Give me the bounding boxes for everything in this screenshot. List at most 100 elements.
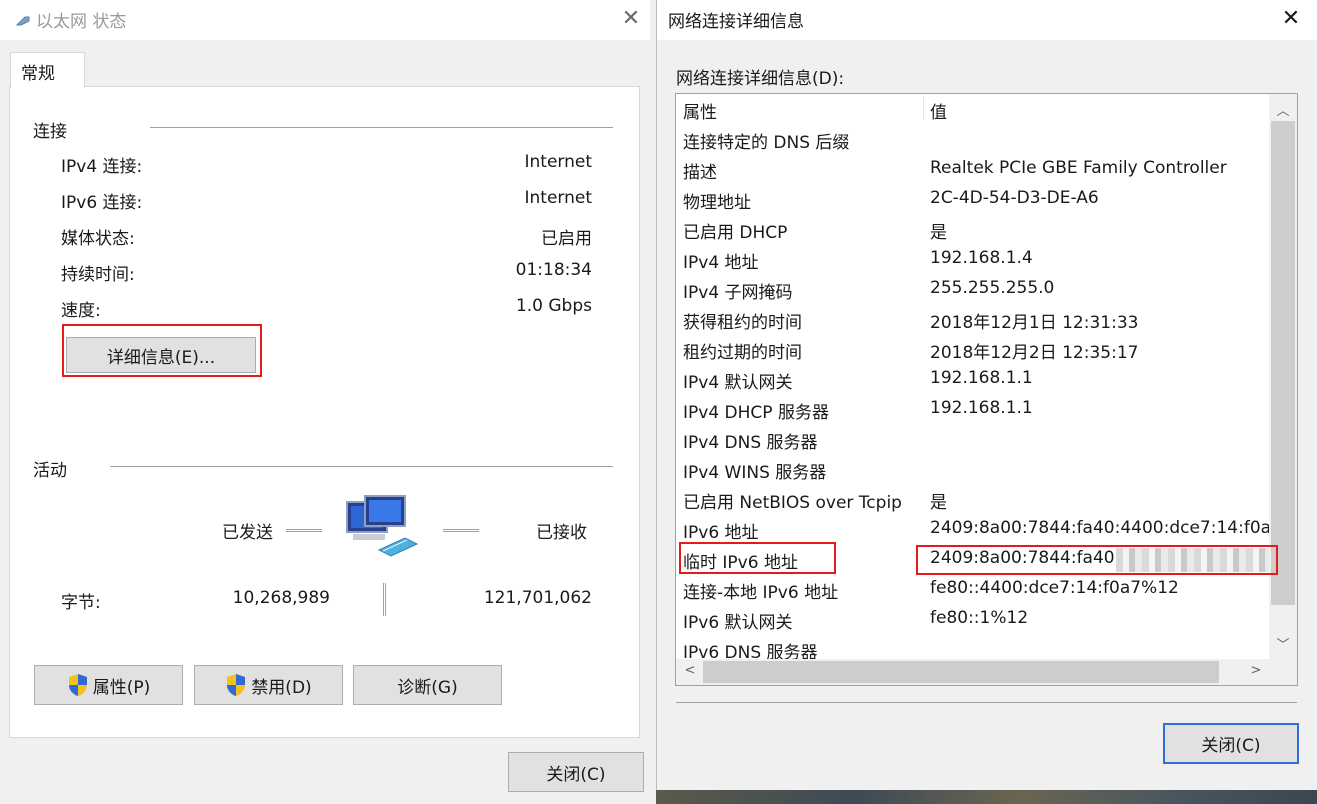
uac-shield-icon bbox=[227, 674, 246, 696]
value-cell: Realtek PCIe GBE Family Controller bbox=[930, 158, 1227, 178]
temp-ipv6-value-highlight bbox=[916, 545, 1278, 575]
close-button-label: 关闭(C) bbox=[1201, 736, 1261, 756]
list-item[interactable]: 获得租约的时间 2018年12月1日 12:31:33 bbox=[676, 304, 1270, 334]
property-cell: IPv6 默认网关 bbox=[683, 613, 793, 633]
window-title: 以太网 状态 bbox=[36, 12, 127, 32]
properties-button-label: 属性(P) bbox=[92, 677, 151, 698]
list-item[interactable]: IPv4 DHCP 服务器 192.168.1.1 bbox=[676, 394, 1270, 424]
group-divider bbox=[150, 127, 613, 128]
property-cell: 租约过期的时间 bbox=[683, 343, 802, 363]
list-item[interactable]: IPv4 子网掩码 255.255.255.0 bbox=[676, 274, 1270, 304]
details-list[interactable]: 属性 值 连接特定的 DNS 后缀 描述 Realtek PCIe GBE Fami… bbox=[675, 93, 1298, 686]
disable-button-label: 禁用(D) bbox=[251, 677, 312, 698]
group-divider bbox=[110, 466, 613, 467]
value-cell: 2018年12月2日 12:35:17 bbox=[930, 343, 1139, 363]
media-state-value: 已启用 bbox=[541, 229, 592, 249]
sent-line bbox=[286, 529, 322, 532]
scroll-right-arrow-icon[interactable]: > bbox=[1244, 663, 1268, 678]
close-button-label: 关闭(C) bbox=[546, 764, 606, 785]
bytes-sent-value: 10,268,989 bbox=[232, 588, 330, 608]
details-button-label: 详细信息(E)... bbox=[106, 347, 216, 368]
bytes-received-value: 121,701,062 bbox=[483, 588, 592, 608]
properties-button[interactable]: 属性(P) bbox=[34, 665, 183, 705]
column-header-property[interactable]: 属性 bbox=[683, 98, 717, 123]
close-button[interactable]: 关闭(C) bbox=[508, 752, 644, 792]
column-divider[interactable] bbox=[923, 96, 924, 120]
close-button[interactable]: 关闭(C) bbox=[1163, 723, 1299, 764]
temp-ipv6-label-highlight bbox=[679, 542, 836, 574]
property-cell: IPv4 子网掩码 bbox=[683, 283, 793, 303]
property-cell: IPv6 DNS 服务器 bbox=[683, 643, 818, 659]
value-cell: 2018年12月1日 12:31:33 bbox=[930, 313, 1139, 333]
value-cell: 192.168.1.4 bbox=[930, 248, 1033, 268]
value-cell: 192.168.1.1 bbox=[930, 398, 1033, 418]
details-button[interactable]: 详细信息(E)... bbox=[66, 337, 256, 373]
value-cell: 是 bbox=[930, 223, 947, 243]
media-state-label: 媒体状态: bbox=[61, 229, 135, 249]
list-header: 属性 值 bbox=[676, 94, 1270, 124]
ipv6-connectivity-label: IPv6 连接: bbox=[61, 193, 143, 213]
scroll-left-arrow-icon[interactable]: < bbox=[678, 663, 702, 678]
connection-group-label: 连接 bbox=[33, 122, 67, 142]
property-cell: IPv4 WINS 服务器 bbox=[683, 463, 827, 483]
property-cell: IPv4 默认网关 bbox=[683, 373, 793, 393]
list-item[interactable]: IPv6 DNS 服务器 bbox=[676, 634, 1270, 659]
horizontal-scrollbar[interactable]: < > bbox=[676, 659, 1270, 685]
speed-value: 1.0 Gbps bbox=[515, 296, 592, 316]
list-item[interactable]: IPv4 地址 192.168.1.4 bbox=[676, 244, 1270, 274]
scroll-up-arrow-icon[interactable]: ︿ bbox=[1271, 100, 1295, 119]
value-cell: 2409:8a00:7844:fa40:4400:dce7:14:f0a7 bbox=[930, 518, 1270, 538]
value-cell: 是 bbox=[930, 493, 947, 513]
list-item[interactable]: 已启用 NetBIOS over Tcpip 是 bbox=[676, 484, 1270, 514]
list-item[interactable]: IPv4 WINS 服务器 bbox=[676, 454, 1270, 484]
list-item[interactable]: 已启用 DHCP 是 bbox=[676, 214, 1270, 244]
title-bar: 网络连接详细信息 ✕ bbox=[657, 0, 1317, 40]
close-icon[interactable]: ✕ bbox=[616, 4, 646, 34]
diagnose-button-label: 诊断(G) bbox=[397, 677, 458, 698]
window-title: 网络连接详细信息 bbox=[668, 12, 804, 32]
horizontal-scroll-thumb[interactable] bbox=[703, 661, 1219, 683]
scroll-down-arrow-icon[interactable]: ﹀ bbox=[1271, 634, 1295, 653]
list-item[interactable]: IPv4 默认网关 192.168.1.1 bbox=[676, 364, 1270, 394]
property-cell: 获得租约的时间 bbox=[683, 313, 802, 333]
ipv6-connectivity-value: Internet bbox=[524, 188, 592, 208]
diagnose-button[interactable]: 诊断(G) bbox=[353, 665, 502, 705]
list-item[interactable]: IPv6 地址 2409:8a00:7844:fa40:4400:dce7:14:… bbox=[676, 514, 1270, 544]
column-header-value[interactable]: 值 bbox=[930, 98, 947, 123]
vertical-scroll-thumb[interactable] bbox=[1271, 121, 1295, 605]
details-list-label: 网络连接详细信息(D): bbox=[676, 69, 845, 89]
property-cell: IPv4 地址 bbox=[683, 253, 759, 273]
close-icon[interactable]: ✕ bbox=[1276, 4, 1306, 34]
list-item[interactable]: IPv6 默认网关 fe80::1%12 bbox=[676, 604, 1270, 634]
tab-general[interactable]: 常规 bbox=[10, 52, 85, 88]
uac-shield-icon bbox=[68, 674, 87, 696]
ipv4-connectivity-label: IPv4 连接: bbox=[61, 157, 143, 177]
property-cell: 物理地址 bbox=[683, 193, 751, 213]
disable-button[interactable]: 禁用(D) bbox=[194, 665, 343, 705]
property-cell: IPv4 DNS 服务器 bbox=[683, 433, 818, 453]
activity-group-label: 活动 bbox=[33, 461, 67, 481]
separator-line bbox=[676, 702, 1297, 703]
received-label: 已接收 bbox=[536, 523, 587, 543]
property-cell: 已启用 DHCP bbox=[683, 223, 788, 243]
value-cell: 2C-4D-54-D3-DE-A6 bbox=[930, 188, 1099, 208]
list-item[interactable]: 租约过期的时间 2018年12月2日 12:35:17 bbox=[676, 334, 1270, 364]
value-cell: fe80::4400:dce7:14:f0a7%12 bbox=[930, 578, 1179, 598]
value-cell: fe80::1%12 bbox=[930, 608, 1029, 628]
value-cell: 192.168.1.1 bbox=[930, 368, 1033, 388]
desktop-background bbox=[656, 790, 1317, 804]
title-bar: 以太网 状态 ✕ bbox=[0, 0, 650, 40]
ipv4-connectivity-value: Internet bbox=[524, 152, 592, 172]
value-cell: 255.255.255.0 bbox=[930, 278, 1055, 298]
property-cell: 已启用 NetBIOS over Tcpip bbox=[683, 493, 902, 513]
list-item[interactable]: 连接特定的 DNS 后缀 bbox=[676, 124, 1270, 154]
list-item[interactable]: 物理地址 2C-4D-54-D3-DE-A6 bbox=[676, 184, 1270, 214]
list-item[interactable]: IPv4 DNS 服务器 bbox=[676, 424, 1270, 454]
speed-label: 速度: bbox=[61, 301, 101, 321]
property-cell: 连接特定的 DNS 后缀 bbox=[683, 133, 850, 153]
property-cell: 描述 bbox=[683, 163, 717, 183]
duration-label: 持续时间: bbox=[61, 265, 135, 285]
list-item[interactable]: 描述 Realtek PCIe GBE Family Controller bbox=[676, 154, 1270, 184]
general-panel bbox=[9, 86, 640, 738]
list-item[interactable]: 连接-本地 IPv6 地址 fe80::4400:dce7:14:f0a7%12 bbox=[676, 574, 1270, 604]
